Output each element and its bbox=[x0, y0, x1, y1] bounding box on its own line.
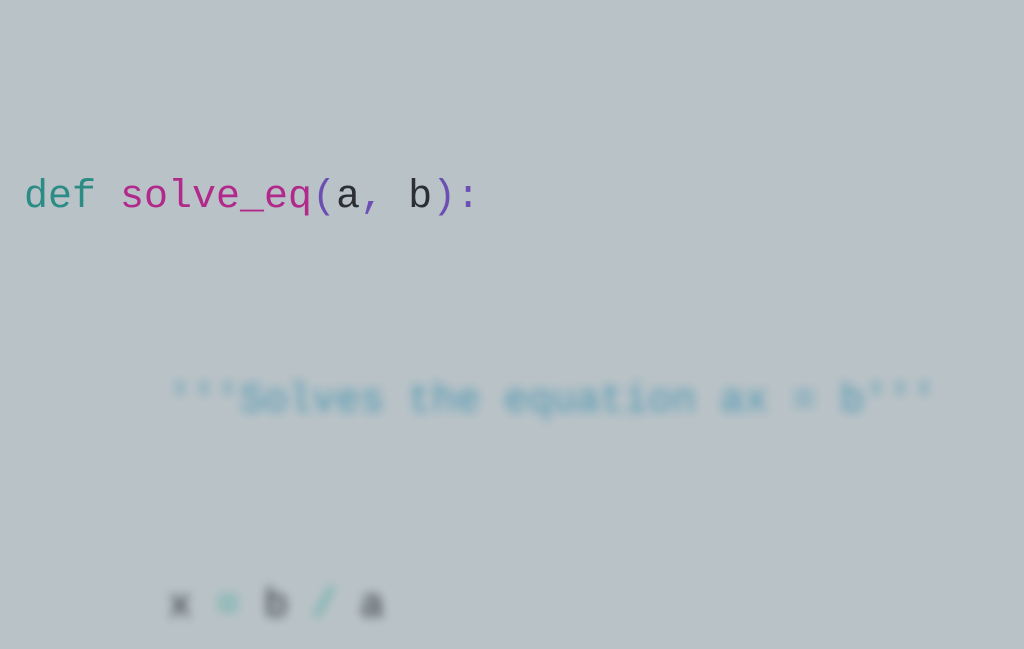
keyword-def: def bbox=[24, 175, 96, 220]
var-x: x bbox=[168, 584, 192, 629]
code-line-body-assign: x = b / a bbox=[0, 581, 1024, 632]
paren-open: ( bbox=[312, 175, 336, 220]
param-a: a bbox=[336, 175, 360, 220]
function-name: solve_eq bbox=[120, 175, 312, 220]
code-line-docstring: '''Solves the equation ax = b''' bbox=[0, 376, 1024, 427]
op-div: / bbox=[312, 584, 336, 629]
param-b: b bbox=[408, 175, 432, 220]
op-eq: = bbox=[216, 584, 240, 629]
paren-close: ) bbox=[432, 175, 456, 220]
docstring: '''Solves the equation ax = b''' bbox=[168, 379, 936, 424]
colon: : bbox=[456, 175, 480, 220]
var-b: b bbox=[264, 584, 288, 629]
comma: , bbox=[360, 175, 384, 220]
code-line-def: def solve_eq(a, b): bbox=[0, 172, 1024, 223]
var-a: a bbox=[360, 584, 384, 629]
code-editor[interactable]: def solve_eq(a, b): '''Solves the equati… bbox=[0, 0, 1024, 649]
